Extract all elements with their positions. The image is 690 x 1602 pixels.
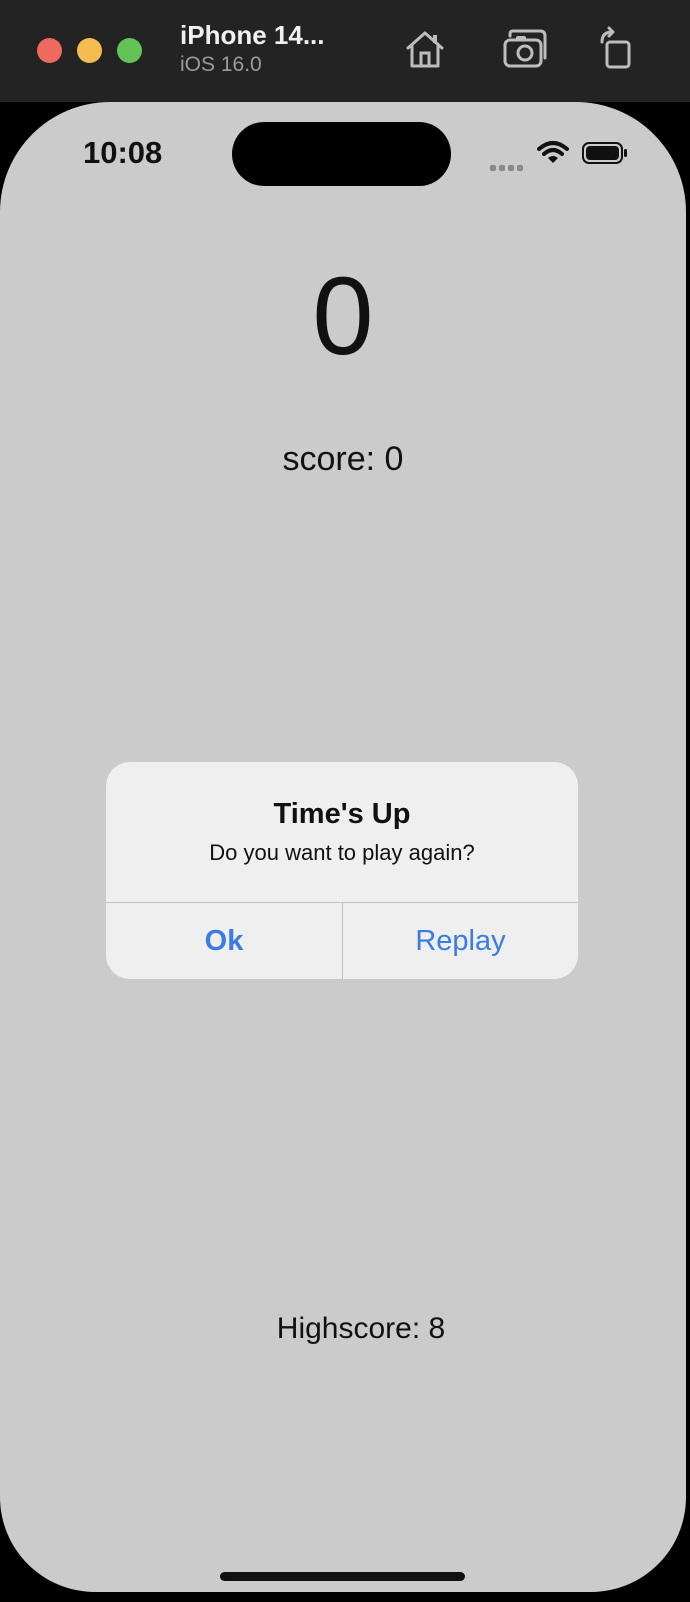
score-label: score: 0 <box>282 440 404 478</box>
phone-screen: 10:08 0 score: 0 Highscore: 8 Time's Up … <box>0 102 686 1592</box>
alert-title: Time's Up <box>273 798 411 830</box>
highscore-label: Highscore: 8 <box>276 1312 446 1345</box>
replay-button[interactable]: Replay <box>343 903 578 979</box>
minimize-window-button[interactable] <box>77 38 102 63</box>
times-up-alert: Time's Up Do you want to play again? Ok … <box>106 762 578 979</box>
countdown-timer: 0 <box>312 255 374 378</box>
wifi-icon <box>537 140 569 166</box>
os-version: iOS 16.0 <box>180 53 262 76</box>
close-window-button[interactable] <box>37 38 62 63</box>
device-name: iPhone 14... <box>180 20 325 50</box>
screenshot-icon[interactable] <box>502 26 548 72</box>
rotate-icon[interactable] <box>596 26 642 72</box>
status-bar-time: 10:08 <box>83 135 163 170</box>
dynamic-island <box>232 122 451 186</box>
screenshot-icon-svg <box>503 29 547 68</box>
zoom-window-button[interactable] <box>117 38 142 63</box>
ok-button[interactable]: Ok <box>106 903 342 979</box>
home-icon-svg <box>406 31 444 68</box>
home-icon[interactable] <box>402 26 448 72</box>
simulator-titlebar: iPhone 14... iOS 16.0 <box>0 0 690 103</box>
home-indicator[interactable] <box>220 1572 465 1581</box>
cellular-signal-icon <box>490 158 526 171</box>
rotate-icon-svg <box>600 26 631 69</box>
alert-message: Do you want to play again? <box>209 840 475 865</box>
battery-icon <box>582 142 628 164</box>
